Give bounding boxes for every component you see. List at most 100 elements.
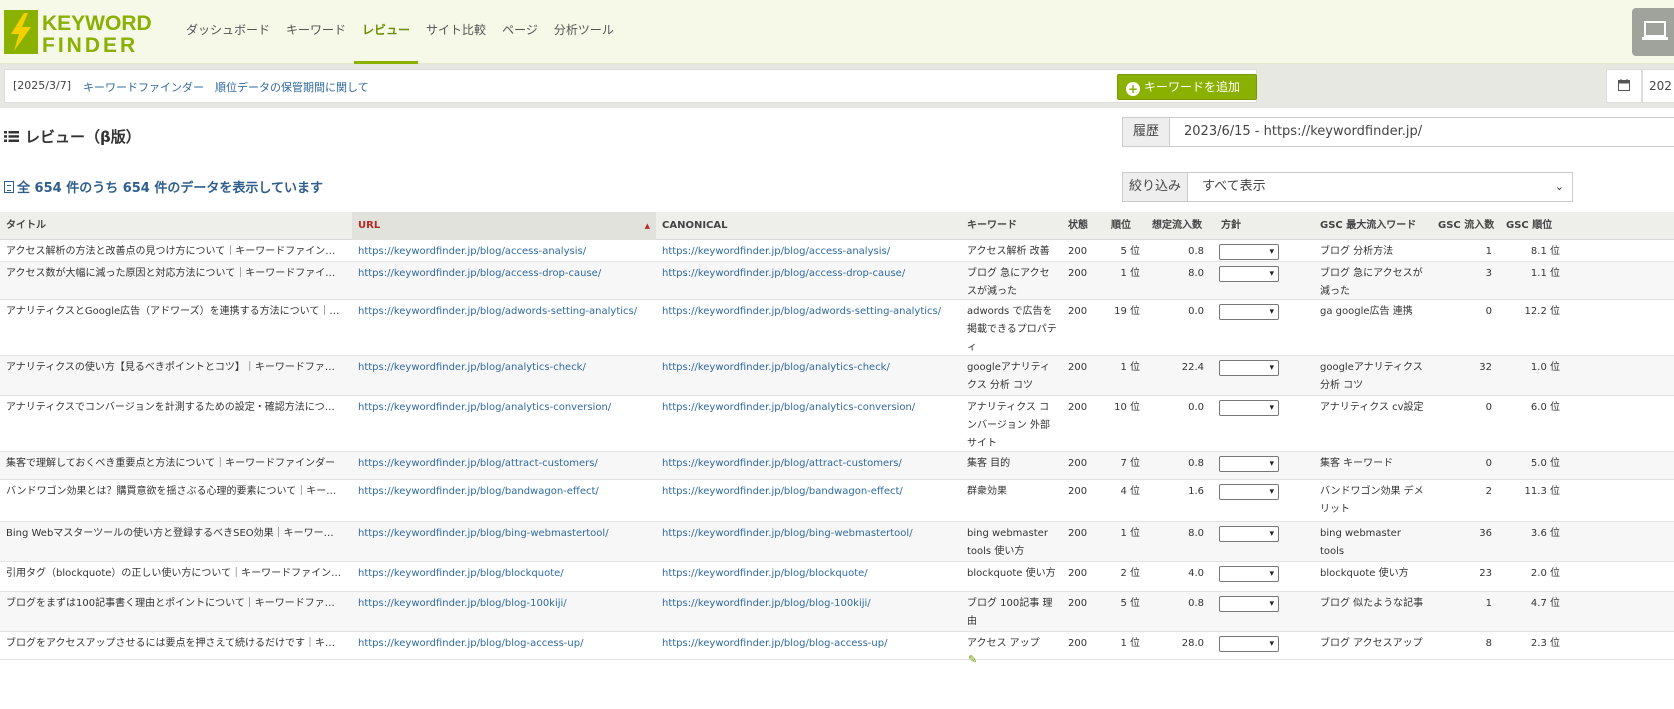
cell-status: 200	[1068, 306, 1088, 317]
cell-gsc-traffic: 36	[1479, 528, 1492, 539]
cell-url[interactable]: https://keywordfinder.jp/blog/access-ana…	[358, 243, 654, 261]
cell-keyword: ブログ 急にアクセスが減った	[967, 268, 1050, 297]
col-status[interactable]: 状態	[1068, 212, 1098, 240]
col-policy[interactable]: 方針	[1221, 212, 1261, 240]
cell-url[interactable]: https://keywordfinder.jp/blog/blog-acces…	[358, 635, 654, 653]
cell-status: 200	[1068, 362, 1088, 373]
cell-traffic: 8.0	[1188, 528, 1204, 539]
policy-select[interactable]: ▾	[1219, 400, 1279, 416]
nav-review[interactable]: レビュー	[354, 0, 419, 64]
history-select[interactable]: 2023/6/15 - https://keywordfinder.jp/	[1169, 117, 1674, 147]
col-gsc-traffic[interactable]: GSC 流入数	[1438, 212, 1496, 240]
policy-select[interactable]: ▾	[1219, 244, 1279, 260]
cell-gsc-traffic: 0	[1485, 458, 1492, 469]
cell-gsc-rank: 8.1 位	[1530, 246, 1560, 257]
col-gsc-word[interactable]: GSC 最大流入ワード	[1320, 212, 1430, 240]
calendar-icon	[1618, 79, 1630, 91]
cell-gsc-word: ブログ 似たような記事	[1320, 598, 1424, 609]
device-button[interactable]	[1632, 8, 1674, 56]
policy-select[interactable]: ▾	[1219, 566, 1279, 582]
filter-select[interactable]: すべて表示 ⌄	[1187, 172, 1573, 202]
nav-analysis-tool[interactable]: 分析ツール	[546, 0, 622, 64]
col-gsc-rank[interactable]: GSC 順位	[1506, 212, 1566, 240]
cell-url[interactable]: https://keywordfinder.jp/blog/blockquote…	[358, 565, 654, 583]
cell-url[interactable]: https://keywordfinder.jp/blog/bandwagon-…	[358, 483, 654, 501]
col-keyword[interactable]: キーワード	[967, 212, 1057, 240]
add-keyword-label: キーワードを追加	[1144, 80, 1241, 94]
cell-title: アナリティクスとGoogle広告（アドワーズ）を連携する方法について｜キーワード…	[6, 306, 342, 317]
cell-traffic: 0.0	[1188, 402, 1204, 413]
cell-keyword: アナリティクス コンバージョン 外部サイト	[967, 402, 1050, 449]
policy-select[interactable]: ▾	[1219, 456, 1279, 472]
policy-select[interactable]: ▾	[1219, 596, 1279, 612]
nav-site-compare[interactable]: サイト比較	[418, 0, 494, 64]
table-row: 集客で理解しておくべき重要点と方法について｜キーワードファインダー https:/…	[0, 452, 1674, 480]
cell-canonical[interactable]: https://keywordfinder.jp/blog/attract-cu…	[662, 455, 958, 473]
cell-traffic: 0.8	[1188, 598, 1204, 609]
calendar-button[interactable]	[1606, 69, 1642, 103]
policy-select[interactable]: ▾	[1219, 304, 1279, 320]
add-keyword-button[interactable]: + キーワードを追加	[1117, 74, 1257, 100]
cell-canonical[interactable]: https://keywordfinder.jp/blog/bing-webma…	[662, 525, 958, 543]
list-icon	[4, 131, 19, 142]
cell-canonical[interactable]: https://keywordfinder.jp/blog/blog-acces…	[662, 635, 958, 653]
policy-select[interactable]: ▾	[1219, 266, 1279, 282]
cell-keyword: adwords で広告を掲載できるプロパティ	[967, 306, 1057, 353]
policy-select[interactable]: ▾	[1219, 360, 1279, 376]
chevron-down-icon: ▾	[1269, 599, 1274, 609]
date-input[interactable]: 202	[1642, 69, 1674, 103]
cell-status: 200	[1068, 598, 1088, 609]
cell-url[interactable]: https://keywordfinder.jp/blog/adwords-se…	[358, 303, 654, 321]
cell-url[interactable]: https://keywordfinder.jp/blog/attract-cu…	[358, 455, 654, 473]
cell-rank: 7 位	[1120, 458, 1140, 469]
chevron-down-icon: ▾	[1269, 639, 1274, 649]
cell-title: バンドワゴン効果とは？購買意欲を揺さぶる心理的要素について｜キーワードファインダ…	[6, 486, 342, 497]
cell-title: アクセス解析の方法と改善点の見つけ方について｜キーワードファインダー	[6, 246, 342, 257]
cell-canonical[interactable]: https://keywordfinder.jp/blog/adwords-se…	[662, 303, 958, 321]
news-link[interactable]: キーワードファインダー 順位データの保管期間に関して	[83, 79, 369, 95]
col-rank[interactable]: 順位	[1111, 212, 1146, 240]
cell-canonical[interactable]: https://keywordfinder.jp/blog/analytics-…	[662, 359, 958, 377]
cell-gsc-rank: 12.2 位	[1524, 306, 1560, 317]
policy-select[interactable]: ▾	[1219, 526, 1279, 542]
cell-keyword: アクセス解析 改善	[967, 246, 1050, 257]
cell-traffic: 1.6	[1188, 486, 1204, 497]
cell-url[interactable]: https://keywordfinder.jp/blog/analytics-…	[358, 399, 654, 417]
cell-canonical[interactable]: https://keywordfinder.jp/blog/analytics-…	[662, 399, 958, 417]
nav-dashboard[interactable]: ダッシュボード	[178, 0, 278, 64]
col-canonical[interactable]: CANONICAL	[662, 212, 962, 240]
cell-gsc-traffic: 0	[1485, 306, 1492, 317]
cell-canonical[interactable]: https://keywordfinder.jp/blog/bandwagon-…	[662, 483, 958, 501]
edit-icon[interactable]: ✎	[968, 654, 980, 666]
cell-url[interactable]: https://keywordfinder.jp/blog/bing-webma…	[358, 525, 654, 543]
chevron-down-icon: ▾	[1269, 459, 1274, 469]
cell-traffic: 4.0	[1188, 568, 1204, 579]
nav-page[interactable]: ページ	[494, 0, 546, 64]
col-url[interactable]: URL ▲	[352, 212, 656, 240]
cell-status: 200	[1068, 458, 1088, 469]
col-title[interactable]: タイトル	[0, 212, 352, 240]
cell-gsc-rank: 5.0 位	[1530, 458, 1560, 469]
cell-gsc-rank: 6.0 位	[1530, 402, 1560, 413]
cell-canonical[interactable]: https://keywordfinder.jp/blog/blockquote…	[662, 565, 958, 583]
col-url-label: URL	[358, 220, 381, 231]
keyword-finder-logo[interactable]: KEYWORD FINDER	[4, 10, 164, 54]
cell-canonical[interactable]: https://keywordfinder.jp/blog/access-dro…	[662, 265, 958, 283]
cell-url[interactable]: https://keywordfinder.jp/blog/analytics-…	[358, 359, 654, 377]
cell-traffic: 0.0	[1188, 306, 1204, 317]
cell-gsc-word: ブログ 急にアクセスが減った	[1320, 268, 1423, 297]
col-traffic[interactable]: 想定流入数	[1152, 212, 1214, 240]
cell-gsc-word: 集客 キーワード	[1320, 458, 1394, 469]
cell-canonical[interactable]: https://keywordfinder.jp/blog/access-ana…	[662, 243, 958, 261]
cell-gsc-rank: 1.0 位	[1530, 362, 1560, 373]
cell-rank: 5 位	[1120, 598, 1140, 609]
cell-url[interactable]: https://keywordfinder.jp/blog/blog-100ki…	[358, 595, 654, 613]
cell-canonical[interactable]: https://keywordfinder.jp/blog/blog-100ki…	[662, 595, 958, 613]
policy-select[interactable]: ▾	[1219, 484, 1279, 500]
cell-rank: 2 位	[1120, 568, 1140, 579]
cell-url[interactable]: https://keywordfinder.jp/blog/access-dro…	[358, 265, 654, 283]
policy-select[interactable]: ▾	[1219, 636, 1279, 652]
cell-status: 200	[1068, 402, 1088, 413]
cell-title: アナリティクスでコンバージョンを計測するための設定・確認方法について｜キーワード…	[6, 402, 342, 413]
nav-keyword[interactable]: キーワード	[278, 0, 354, 64]
